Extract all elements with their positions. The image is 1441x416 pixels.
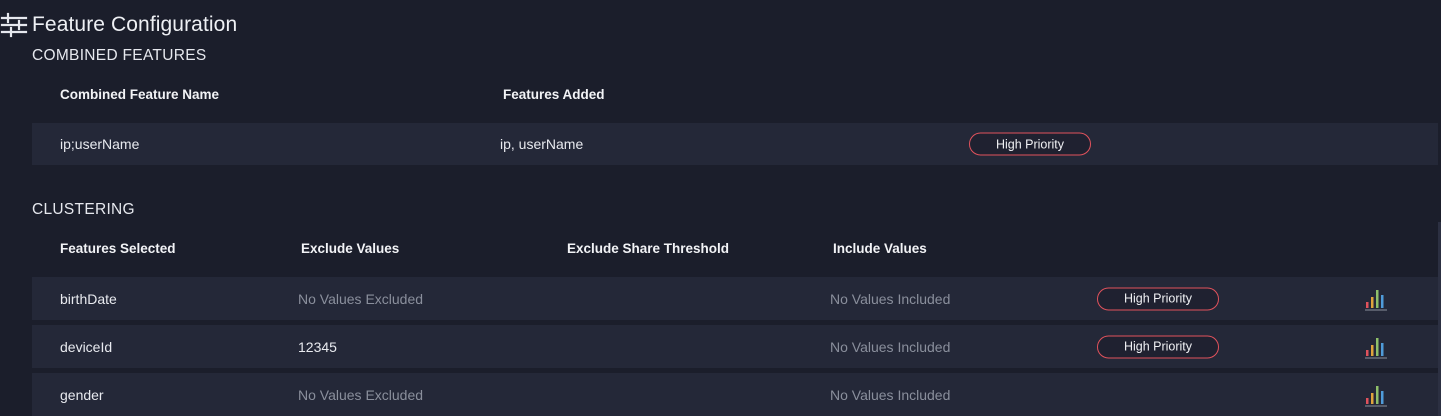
- priority-badge[interactable]: High Priority: [969, 132, 1091, 156]
- feature-selected: gender: [60, 386, 104, 403]
- priority-badge[interactable]: High Priority: [1097, 335, 1219, 358]
- exclude-values: 12345: [298, 338, 337, 355]
- combined-feature-name: ip;userName: [60, 136, 140, 152]
- col-combined-feature-name: Combined Feature Name: [60, 87, 220, 102]
- table-row[interactable]: ip;userName ip, userName High Priority: [32, 123, 1438, 165]
- exclude-values: No Values Excluded: [298, 290, 424, 307]
- col-exclude-values: Exclude Values: [301, 241, 400, 256]
- include-values: No Values Included: [830, 338, 951, 355]
- table-row[interactable]: deviceId 12345 No Values Included High P…: [32, 325, 1441, 368]
- combined-features-title: COMBINED FEATURES: [32, 47, 207, 64]
- priority-badge[interactable]: High Priority: [1097, 287, 1219, 310]
- col-features-selected: Features Selected: [60, 241, 176, 256]
- exclude-values: No Values Excluded: [298, 386, 424, 403]
- table-row[interactable]: gender No Values Excluded No Values Incl…: [32, 373, 1441, 416]
- include-values: No Values Included: [830, 386, 951, 403]
- bar-chart-icon[interactable]: [1363, 382, 1389, 408]
- bar-chart-icon[interactable]: [1363, 286, 1389, 312]
- feature-selected: deviceId: [60, 338, 113, 355]
- feature-selected: birthDate: [60, 290, 117, 307]
- sliders-icon: [0, 12, 28, 38]
- include-values: No Values Included: [830, 290, 951, 307]
- table-row[interactable]: birthDate No Values Excluded No Values I…: [32, 277, 1441, 320]
- features-added: ip, userName: [500, 136, 584, 152]
- bar-chart-icon[interactable]: [1363, 334, 1389, 360]
- col-exclude-share-threshold: Exclude Share Threshold: [567, 241, 730, 256]
- page-title: Feature Configuration: [32, 13, 238, 36]
- col-include-values: Include Values: [833, 241, 927, 256]
- clustering-title: CLUSTERING: [32, 201, 135, 218]
- page-header: Feature Configuration: [0, 10, 237, 40]
- col-features-added: Features Added: [503, 87, 605, 102]
